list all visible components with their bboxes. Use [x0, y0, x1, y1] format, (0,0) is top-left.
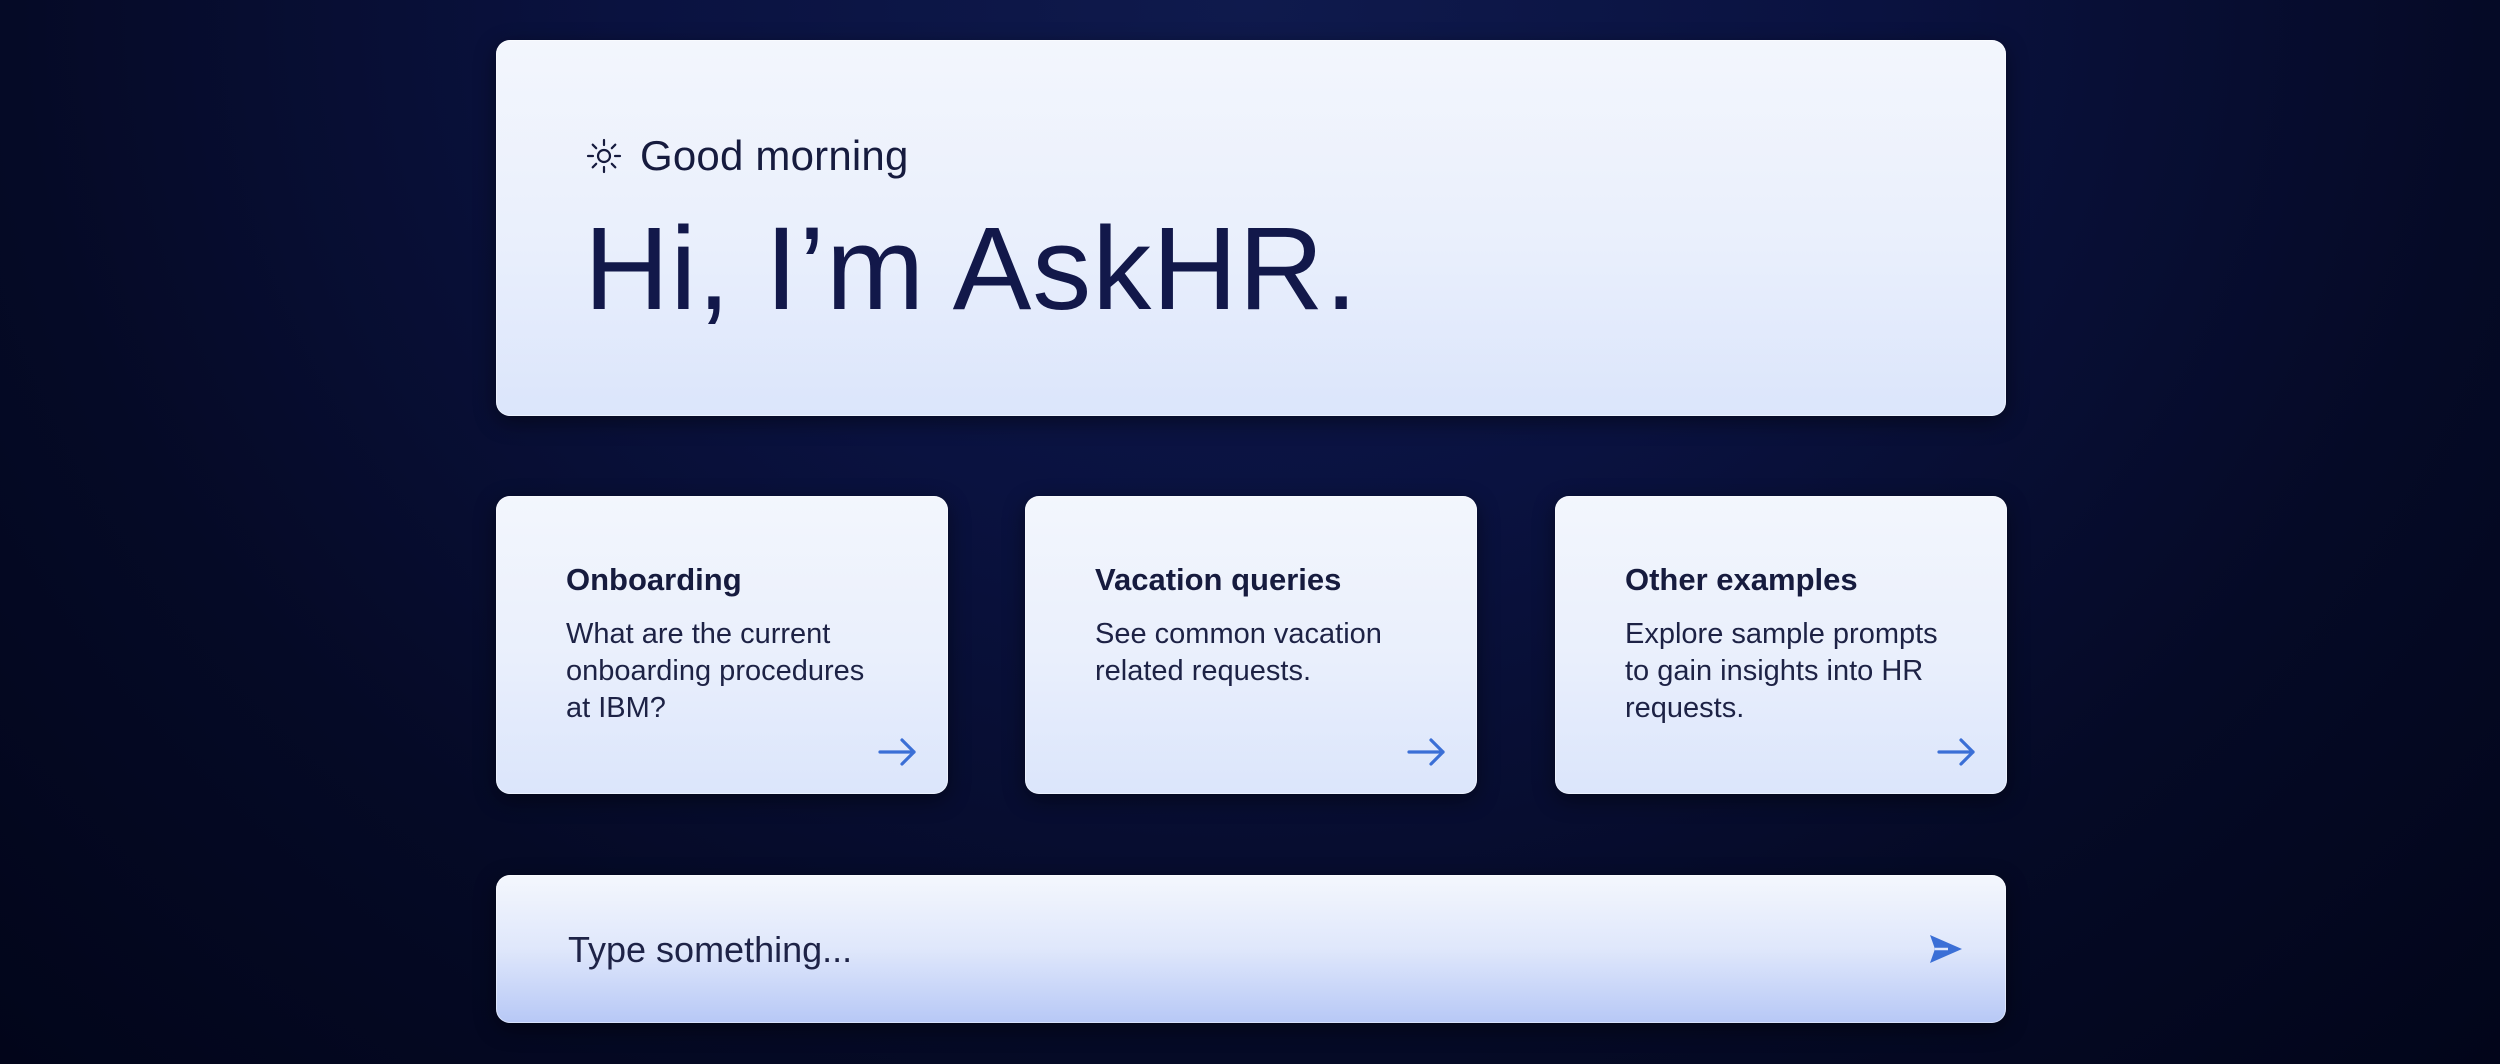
card-description: See common vacation related requests. — [1095, 618, 1382, 687]
prompt-card-other-examples[interactable]: Other examples Explore sample prompts to… — [1555, 496, 2007, 794]
card-title: Vacation queries — [1095, 562, 1342, 597]
card-description: Explore sample prompts to gain insights … — [1625, 618, 1938, 724]
chat-input-bar — [496, 875, 2006, 1023]
arrow-right-icon[interactable] — [1405, 730, 1449, 774]
greeting-row: Good morning — [586, 132, 909, 180]
sun-icon — [586, 138, 622, 174]
arrow-right-icon[interactable] — [876, 730, 920, 774]
chat-input[interactable] — [566, 913, 1830, 987]
page-title: Hi, I’m AskHR. — [584, 203, 1359, 335]
card-title: Onboarding — [566, 562, 742, 597]
greeting-panel: Good morning Hi, I’m AskHR. — [496, 40, 2006, 416]
send-button[interactable] — [1924, 927, 1968, 971]
send-icon — [1924, 927, 1968, 971]
card-title: Other examples — [1625, 562, 1858, 597]
arrow-right-icon[interactable] — [1935, 730, 1979, 774]
card-description: What are the current onboarding procedur… — [566, 618, 865, 724]
prompt-card-onboarding[interactable]: Onboarding What are the current onboardi… — [496, 496, 948, 794]
greeting-text: Good morning — [640, 132, 909, 179]
prompt-card-vacation[interactable]: Vacation queries See common vacation rel… — [1025, 496, 1477, 794]
